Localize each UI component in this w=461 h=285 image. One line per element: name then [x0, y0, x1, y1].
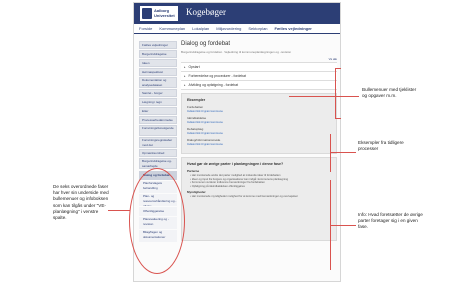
example-group: Fordebatten Indsæt link til grøn kommune [187, 105, 331, 113]
annotation-phases: De seks overordnede faser har hver sin u… [53, 184, 109, 221]
chevron-right-icon: ▸ [184, 74, 186, 78]
info-section-heading: Myndigheder [187, 190, 206, 195]
nav-item-kommuneplan[interactable]: Kommuneplan [159, 26, 185, 31]
info-bullet-text: Kommunen vurderer indkomne bemærkninger … [191, 181, 265, 185]
sidebar-item[interactable]: Samlet - borger [139, 89, 177, 97]
connector-line [335, 68, 341, 69]
chevron-right-icon: ▸ [184, 83, 186, 87]
site-header: Aalborg Universitet Kogebøger [134, 3, 340, 24]
connector-line [108, 210, 130, 211]
accordion: ▸ Opstart ▸ Forberedelse og procedurer -… [181, 62, 337, 90]
sidebar-item[interactable]: Ideen [139, 59, 177, 67]
sidebar-item[interactable]: Forretningslivsvolgende [139, 125, 177, 136]
nav-item-miljovurdering[interactable]: Miljøvurdering [216, 26, 241, 31]
nav-item-faelles-vejledninger[interactable]: Fælles vejledninger [275, 26, 312, 31]
sidebar-item[interactable]: Hørmaspektivet [139, 68, 177, 76]
example-link[interactable]: Indsæt link til grøn kommune [187, 109, 331, 113]
example-link[interactable]: Indsæt link til grøn kommune [187, 142, 331, 146]
examples-panel: Eksempler Fordebatten Indsæt link til gr… [181, 93, 337, 154]
logo-mark-icon [142, 8, 152, 19]
accordion-label: Opstart [188, 65, 200, 69]
example-link[interactable]: Indsæt link til grøn kommune [187, 120, 331, 124]
canvas: Aalborg Universitet Kogebøger Forside Ko… [0, 0, 461, 285]
connector-line [330, 152, 356, 153]
logo-text: Aalborg Universitet [154, 8, 175, 18]
annotation-bullets: Bullemenuer med tjeklister og opgaver m.… [362, 87, 417, 99]
connector-line [335, 118, 341, 119]
chevron-right-icon: ▸ [184, 65, 186, 69]
accordion-label: Afvikling og opfølgning - fordebat [188, 83, 239, 87]
info-section-heading: Parterne [187, 169, 200, 173]
connector-line [330, 225, 356, 226]
sidebar-item[interactable]: Lægning i tegn [139, 98, 177, 106]
page-intro: Borgerinddragelse og fordebat · Vejledni… [181, 50, 292, 54]
annotation-examples: Eksempler fra tidligere processer [358, 140, 404, 152]
info-bullet-text: Opfølgning på ideindkaldelsen offentligg… [191, 184, 245, 188]
nav-item-lokalplan[interactable]: Lokalplan [192, 26, 209, 31]
university-logo[interactable]: Aalborg Universitet [140, 6, 178, 21]
info-bullet: • Opfølgning på ideindkaldelsen offentli… [190, 184, 245, 188]
sidebar-item[interactable]: Dokumentation og analysedataset [139, 77, 177, 88]
example-link[interactable]: Indsæt link til grøn kommune [187, 131, 331, 135]
main-nav: Forside Kommuneplan Lokalplan Miljøvurde… [134, 24, 340, 34]
main-content: Dialog og fordebat Borgerinddragelse og … [181, 41, 337, 241]
sidebar-item[interactable]: Processerbedømmelse [139, 116, 177, 124]
examples-title: Eksempler [187, 98, 206, 102]
highlight-oval [129, 168, 185, 274]
example-group: Debatoplæg Indsæt link til grøn kommune [187, 127, 331, 135]
page-title: Dialog og fordebat [181, 41, 231, 47]
sidebar-item[interactable]: Borgerinddragelse [139, 50, 177, 58]
example-group: Idéindkaldelse Indsæt link til grøn komm… [187, 116, 331, 124]
accordion-item[interactable]: ▸ Afvikling og opfølgning - fordebat [181, 81, 337, 90]
sidebar-item[interactable]: Fælles vejledninger [139, 41, 177, 49]
info-panel: Hvad gør de øvrige parter i planlægninge… [181, 157, 337, 241]
connector-line [330, 134, 331, 172]
sidebar-item[interactable]: Forretningsregnskaber mod det [139, 137, 177, 148]
sidebar-item[interactable]: Etter [139, 107, 177, 115]
example-group: Dialog/informationsmøde Indsæt link til … [187, 138, 331, 146]
accordion-item[interactable]: ▸ Forberedelse og procedurer - fordebat [181, 72, 337, 81]
info-question: Hvad gør de øvrige parter i planlægninge… [187, 162, 284, 166]
connector-line [289, 96, 359, 97]
info-bullet-text: Har involverede myndigheder mulighed for… [191, 195, 298, 199]
show-all-link[interactable]: Vis alle [181, 58, 337, 61]
annotation-info: Info: Hvad foretsætter de øvrige parter … [358, 212, 423, 230]
connector-line [335, 68, 336, 118]
info-bullet: • Har involverede myndigheder mulighed f… [190, 195, 298, 199]
nav-item-sektorplan[interactable]: Sektorplan [248, 26, 267, 31]
info-bullet-text: Har involverede andre det parter mulighe… [191, 174, 281, 177]
site-title[interactable]: Kogebøger [186, 7, 226, 17]
sidebar-item[interactable]: Opmærksomhed [139, 149, 177, 157]
nav-item-forside[interactable]: Forside [139, 26, 152, 31]
accordion-label: Forberedelse og procedurer - fordebat [188, 74, 247, 78]
accordion-item[interactable]: ▸ Opstart [181, 63, 337, 72]
